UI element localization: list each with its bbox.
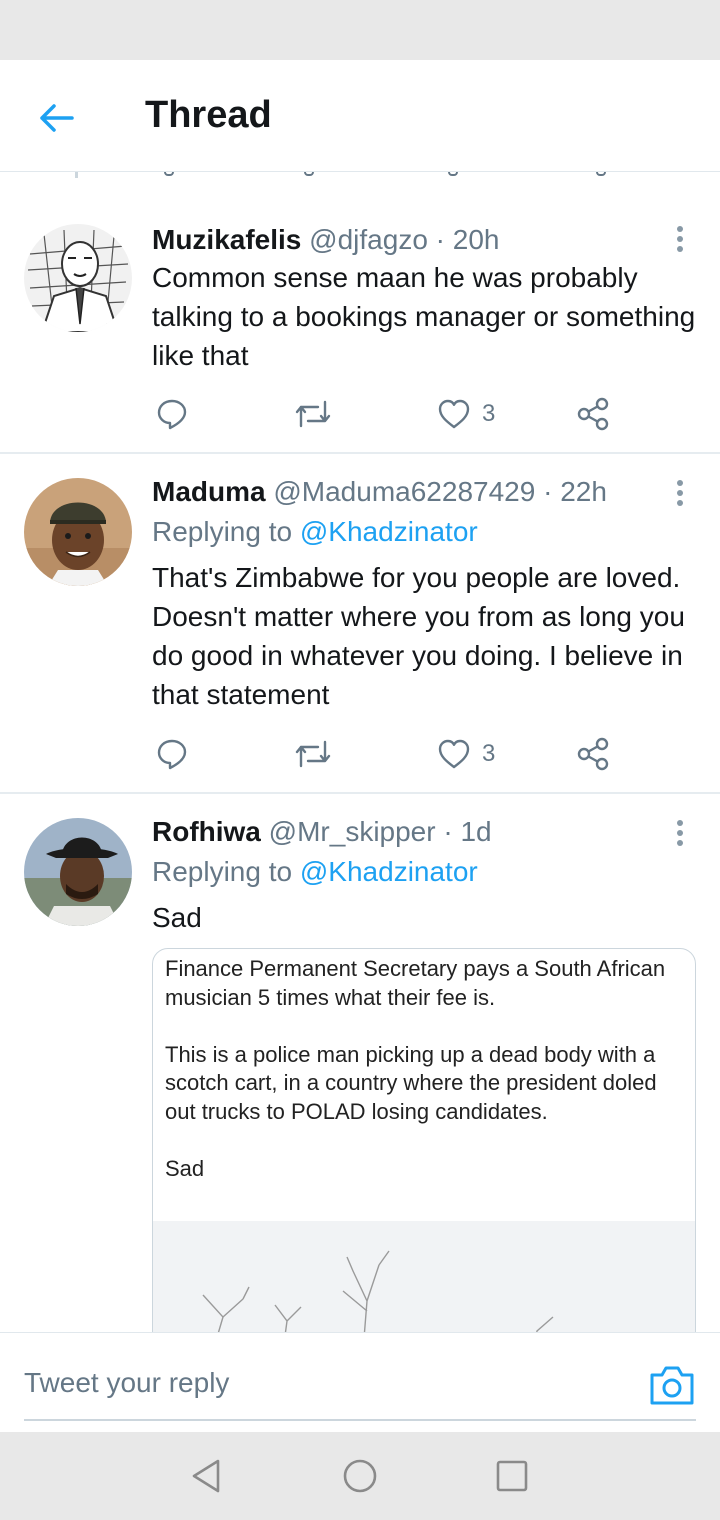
author-name[interactable]: Muzikafelis [152, 224, 301, 255]
reply-input[interactable]: Tweet your reply [24, 1367, 229, 1399]
more-options-button[interactable] [666, 222, 694, 256]
comment-icon [157, 399, 187, 430]
arrow-left-icon [40, 104, 74, 132]
retweet-button[interactable] [294, 732, 332, 776]
reply-button[interactable] [156, 392, 188, 436]
tweet-time: · 22h [543, 476, 607, 507]
author-handle[interactable]: @Mr_skipper [269, 816, 436, 847]
bare-tree-image [153, 1221, 695, 1347]
tweet-text: Common sense maan he was probably talkin… [152, 262, 696, 371]
author-handle[interactable]: @Maduma62287429 [273, 476, 535, 507]
more-vertical-icon [677, 820, 683, 826]
thread-header: Thread [0, 60, 720, 172]
heart-icon [438, 399, 470, 429]
like-button[interactable]: 3 [438, 392, 495, 436]
replying-to-label: Replying to [152, 856, 293, 887]
avatar-photo-image [24, 818, 132, 926]
share-icon [577, 397, 609, 431]
media-text-line: Sad [165, 1156, 205, 1182]
square-recents-icon [496, 1460, 528, 1492]
share-icon [577, 737, 609, 771]
nav-recents-button[interactable] [490, 1456, 534, 1496]
like-count: 3 [482, 400, 496, 427]
replying-to-label: Replying to [152, 516, 293, 547]
retweet-icon [295, 400, 331, 428]
reply-button[interactable] [156, 732, 188, 776]
more-vertical-icon [677, 480, 683, 486]
tweet-meta: Muzikafelis @djfagzo · 20h [152, 224, 500, 256]
tweet-text: That's Zimbabwe for you people are loved… [152, 562, 685, 710]
media-photo [153, 1221, 695, 1347]
media-text: Finance Permanent Secretary pays a South… [165, 955, 685, 1212]
tweet-text: Sad [152, 902, 202, 933]
more-options-button[interactable] [666, 816, 694, 850]
page-title: Thread [145, 94, 272, 136]
tweet-actions: 3 [152, 732, 632, 776]
media-text-line: This is a police man picking up a dead b… [165, 1041, 657, 1124]
heart-icon [438, 739, 470, 769]
tweet-meta: Maduma @Maduma62287429 · 22h [152, 476, 607, 508]
more-options-button[interactable] [666, 476, 694, 510]
author-name[interactable]: Rofhiwa [152, 816, 261, 847]
avatar[interactable] [24, 818, 132, 926]
tweet-item[interactable]: Muzikafelis @djfagzo · 20h Common sense … [0, 178, 720, 452]
tweet-time: · 20h [435, 224, 500, 255]
share-button[interactable] [576, 392, 610, 436]
nav-home-button[interactable] [338, 1456, 382, 1496]
avatar[interactable] [24, 224, 132, 332]
author-handle[interactable]: @djfagzo [309, 224, 428, 255]
replying-to: Replying to @Khadzinator [152, 856, 478, 888]
camera-button[interactable] [648, 1363, 696, 1407]
avatar-photo-image [24, 478, 132, 586]
avatar[interactable] [24, 478, 132, 586]
system-navigation-bar [0, 1432, 720, 1520]
triangle-back-icon [192, 1459, 220, 1493]
comment-icon [157, 739, 187, 770]
share-button[interactable] [576, 732, 610, 776]
status-bar [0, 0, 720, 60]
back-button[interactable] [30, 96, 82, 140]
reply-input-underline [24, 1419, 696, 1421]
tweet-media[interactable]: Finance Permanent Secretary pays a South… [152, 948, 696, 1348]
circle-home-icon [343, 1459, 377, 1493]
mention-link[interactable]: @Khadzinator [300, 856, 478, 887]
replying-to: Replying to @Khadzinator [152, 516, 478, 548]
reply-composer: Tweet your reply [0, 1332, 720, 1432]
tweet-actions: 3 [152, 392, 632, 436]
tweet-item[interactable]: Maduma @Maduma62287429 · 22h Replying to… [0, 454, 720, 792]
avatar-sketch-image [24, 224, 132, 332]
nav-back-button[interactable] [184, 1456, 228, 1496]
media-text-line: Finance Permanent Secretary pays a South… [165, 956, 666, 1010]
retweet-icon [295, 740, 331, 768]
tweet-meta: Rofhiwa @Mr_skipper · 1d [152, 816, 492, 848]
tweet-time: · 1d [443, 816, 492, 847]
camera-icon [650, 1366, 694, 1405]
more-vertical-icon [677, 226, 683, 232]
mention-link[interactable]: @Khadzinator [300, 516, 478, 547]
like-button[interactable]: 3 [438, 732, 495, 776]
like-count: 3 [482, 740, 496, 767]
author-name[interactable]: Maduma [152, 476, 266, 507]
retweet-button[interactable] [294, 392, 332, 436]
